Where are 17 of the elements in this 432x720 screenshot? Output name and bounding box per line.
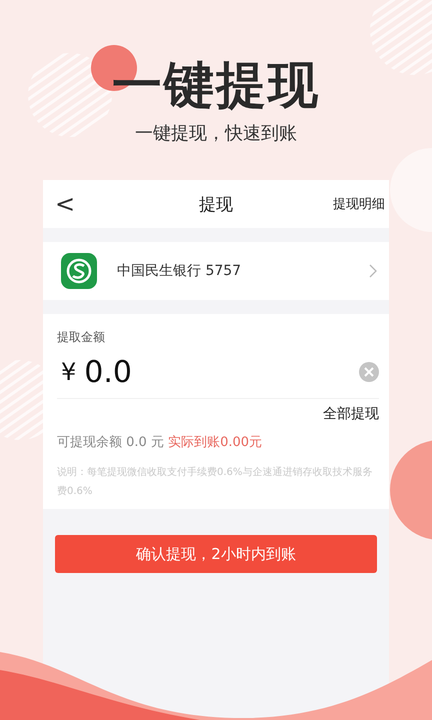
- available-balance: 可提现余额 0.0 元: [57, 435, 164, 450]
- confirm-button[interactable]: 确认提现，2小时内到账: [55, 535, 377, 573]
- amount-value: 0.0: [84, 354, 132, 390]
- bank-name: 中国民生银行 5757: [117, 262, 242, 280]
- chevron-right-icon: [369, 264, 377, 278]
- currency-sign: ¥: [61, 358, 76, 386]
- bank-logo-icon: [61, 253, 97, 289]
- withdraw-all-link[interactable]: 全部提现: [323, 405, 379, 423]
- clear-icon[interactable]: [359, 362, 379, 382]
- amount-label: 提取金额: [57, 330, 105, 344]
- withdraw-detail-link[interactable]: 提现明细: [333, 195, 389, 213]
- back-button[interactable]: <: [43, 190, 88, 218]
- screen-title: 提现: [199, 194, 233, 216]
- subheadline: 一键提现，快速到账: [135, 122, 297, 145]
- actual-amount: 实际到账0.00元: [168, 435, 262, 450]
- amount-field[interactable]: ¥ 0.0: [57, 346, 379, 399]
- bank-row[interactable]: 中国民生银行 5757: [43, 242, 389, 300]
